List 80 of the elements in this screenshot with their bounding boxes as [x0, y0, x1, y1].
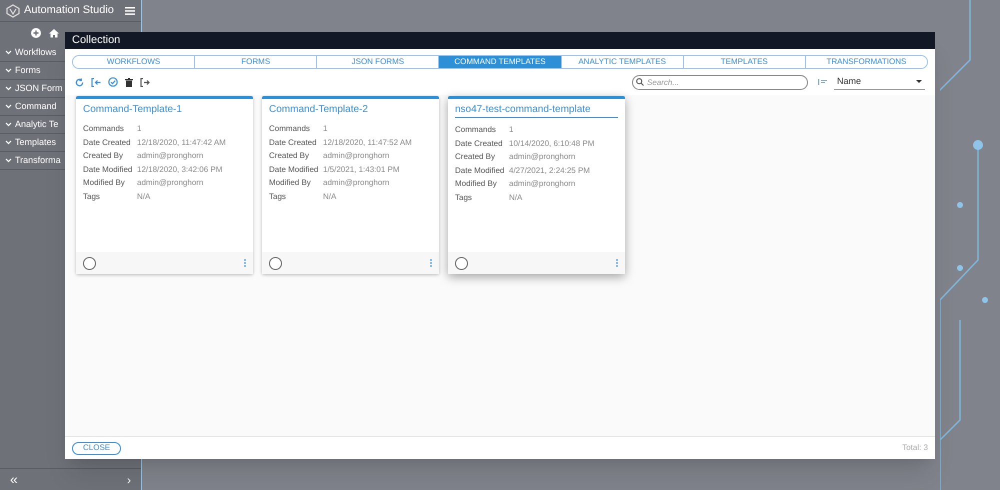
field-label: Created By: [83, 150, 124, 162]
field-label: Modified By: [269, 177, 312, 189]
app-title: Automation Studio: [24, 3, 115, 18]
field-label: Commands: [269, 123, 311, 135]
chevron-icon: [5, 158, 12, 163]
field-value: admin@pronghorn: [509, 178, 576, 190]
menu-icon[interactable]: [125, 6, 135, 14]
field-value: admin@pronghorn: [323, 177, 390, 189]
sidebar-item[interactable]: Forms: [0, 62, 65, 79]
search-field[interactable]: Search...: [632, 74, 808, 90]
sidebar-item[interactable]: JSON Form: [0, 80, 65, 97]
field-value: N/A: [323, 190, 338, 202]
field-label: Created By: [269, 150, 310, 162]
export-icon[interactable]: [140, 78, 150, 86]
field-value: 1: [137, 123, 142, 135]
sidebar-item[interactable]: Command: [0, 98, 65, 115]
sidebar-item[interactable]: Workflows: [0, 44, 65, 61]
field-value: admin@pronghorn: [509, 151, 576, 163]
field-value: N/A: [137, 190, 152, 202]
check-circle-icon[interactable]: [108, 77, 118, 87]
field-label: Created By: [455, 151, 496, 163]
next-button[interactable]: ›: [127, 470, 131, 488]
chevron-icon: [5, 140, 12, 145]
select-checkbox[interactable]: [83, 256, 96, 270]
import-icon[interactable]: [91, 78, 101, 86]
template-card[interactable]: nso47-test-command-template Commands 1 Date Created 10/14/2020, 6:10:48 PM Created By admin@pronghorn Date Modified 4/27/2021, 2:24:25 PM Modified By admin@pronghorn Tags N/A: [448, 96, 625, 274]
chevron-icon: [5, 50, 12, 55]
chevron-icon: [5, 68, 12, 73]
sidebar-item[interactable]: Analytic Te: [0, 116, 65, 133]
template-card[interactable]: Command-Template-1 Commands 1 Date Created 12/18/2020, 11:47:42 AM Created By admin@pronghorn Date Modified 12/18/2020, 3:42:06 PM Modified By admin@pronghorn Tags N/A: [76, 96, 253, 274]
field-value: 12/18/2020, 3:42:06 PM: [137, 164, 224, 176]
field-label: Modified By: [83, 177, 126, 189]
delete-icon[interactable]: [125, 78, 133, 86]
sidebar-item[interactable]: Templates: [0, 134, 65, 151]
select-checkbox[interactable]: [455, 256, 468, 270]
field-label: Tags: [455, 192, 473, 204]
logo-icon: [6, 4, 20, 18]
field-label: Date Created: [269, 136, 318, 148]
sort-dropdown[interactable]: Name: [834, 74, 925, 90]
field-label: Date Modified: [83, 164, 134, 176]
field-label: Modified By: [455, 178, 498, 190]
sort-icon[interactable]: [818, 79, 827, 85]
field-label: Date Created: [455, 138, 504, 150]
field-value: 10/14/2020, 6:10:48 PM: [509, 138, 596, 150]
chevron-icon: [5, 104, 12, 109]
field-value: N/A: [509, 192, 524, 204]
modal-title-bar: Collection: [65, 32, 935, 49]
field-label: Date Modified: [269, 164, 320, 176]
field-label: Date Modified: [455, 164, 506, 176]
field-value: 12/18/2020, 11:47:52 AM: [323, 136, 413, 148]
template-card[interactable]: Command-Template-2 Commands 1 Date Created 12/18/2020, 11:47:52 AM Created By admin@pronghorn Date Modified 1/5/2021, 1:43:01 PM Modified By admin@pronghorn Tags N/A: [262, 96, 439, 274]
field-value: 12/18/2020, 11:47:42 AM: [137, 136, 227, 148]
field-value: admin@pronghorn: [137, 177, 204, 189]
field-value: 4/27/2021, 2:24:25 PM: [509, 164, 591, 176]
card-title[interactable]: Command-Template-2: [269, 102, 432, 117]
chevron-icon: [5, 86, 12, 91]
refresh-icon[interactable]: [75, 78, 84, 86]
field-label: Tags: [269, 190, 287, 203]
chevron-icon: [5, 122, 12, 127]
caret-icon: [916, 80, 922, 83]
field-label: Date Created: [83, 136, 132, 148]
field-label: Commands: [455, 124, 497, 136]
field-value: 1: [323, 123, 328, 135]
card-title[interactable]: nso47-test-command-template: [455, 102, 618, 118]
add-icon[interactable]: [31, 28, 41, 38]
select-checkbox[interactable]: [269, 256, 282, 270]
field-value: 1/5/2021, 1:43:01 PM: [323, 164, 400, 176]
total-count: Total: 3: [902, 442, 928, 454]
tab[interactable]: COMMAND TEMPLATES: [438, 56, 561, 68]
close-button[interactable]: CLOSE: [72, 442, 122, 454]
field-value: 1: [509, 124, 514, 136]
collapse-button[interactable]: «: [10, 469, 18, 490]
sidebar-item[interactable]: Transforma: [0, 152, 65, 169]
field-value: admin@pronghorn: [323, 150, 390, 162]
tab[interactable]: TRANSFORMATIONS: [804, 56, 927, 68]
field-value: admin@pronghorn: [137, 150, 204, 162]
home-icon[interactable]: [49, 28, 59, 38]
field-label: Commands: [83, 123, 125, 135]
card-title[interactable]: Command-Template-1: [83, 102, 246, 117]
field-label: Tags: [83, 190, 101, 203]
